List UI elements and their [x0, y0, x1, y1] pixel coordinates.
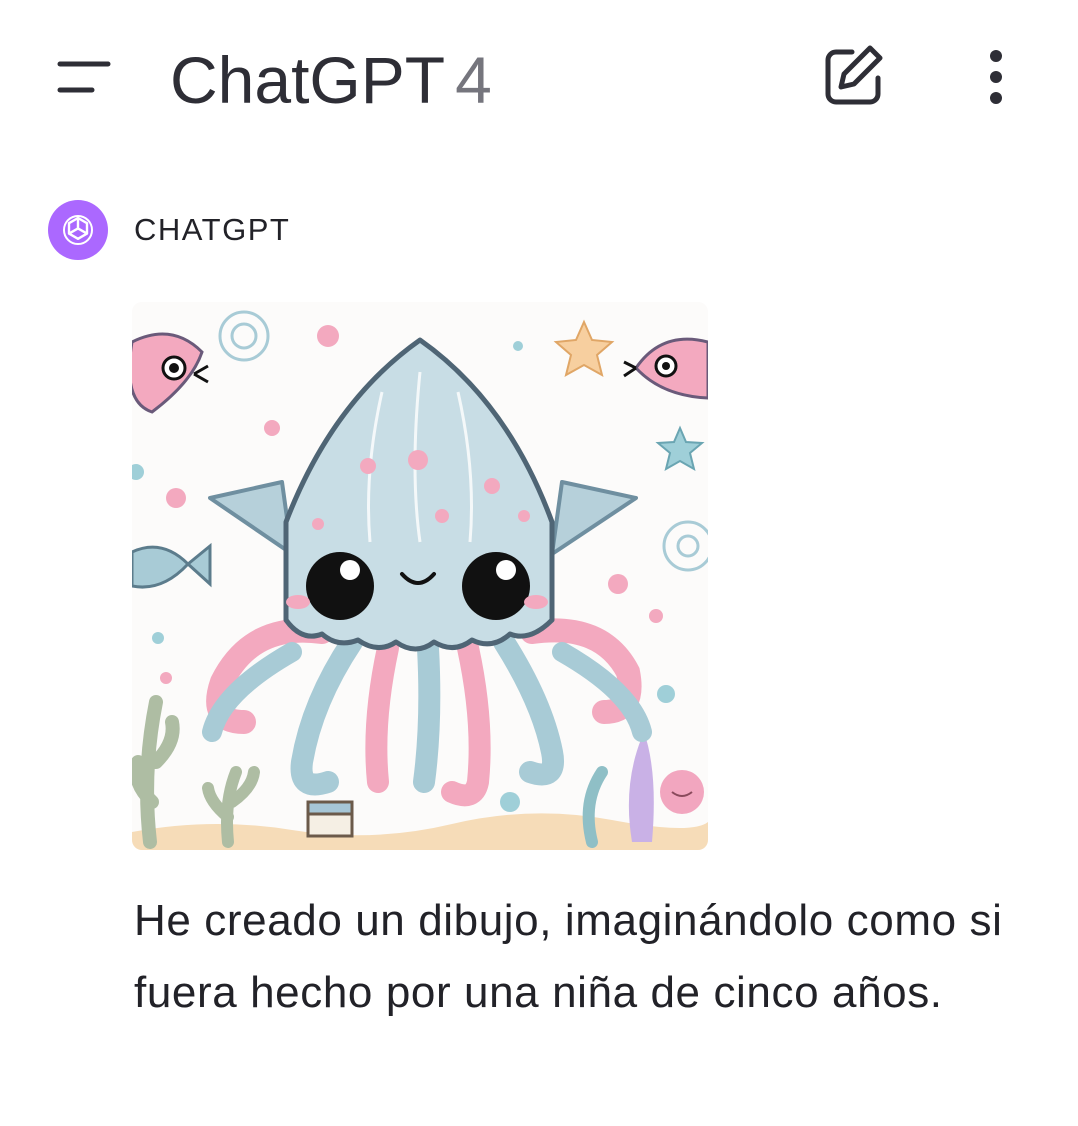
hamburger-menu-icon — [57, 61, 111, 93]
assistant-avatar — [48, 200, 108, 260]
menu-button[interactable] — [44, 44, 124, 114]
assistant-message-text: He creado un dibujo, imaginándolo como s… — [134, 896, 1003, 1017]
generated-image[interactable] — [132, 302, 708, 850]
more-options-button[interactable] — [966, 42, 1026, 114]
new-chat-edit-icon — [825, 45, 883, 105]
sender-name: CHATGPT — [134, 212, 291, 247]
squid-drawing — [132, 302, 708, 850]
new-chat-button[interactable] — [818, 40, 890, 112]
openai-logo-icon — [63, 215, 93, 245]
model-version: 4 — [455, 43, 492, 117]
page-title[interactable]: ChatGPT 4 — [170, 40, 492, 120]
more-vertical-icon — [990, 50, 1002, 104]
app-title: ChatGPT — [170, 43, 446, 117]
top-app-bar: ChatGPT 4 — [0, 0, 1078, 160]
